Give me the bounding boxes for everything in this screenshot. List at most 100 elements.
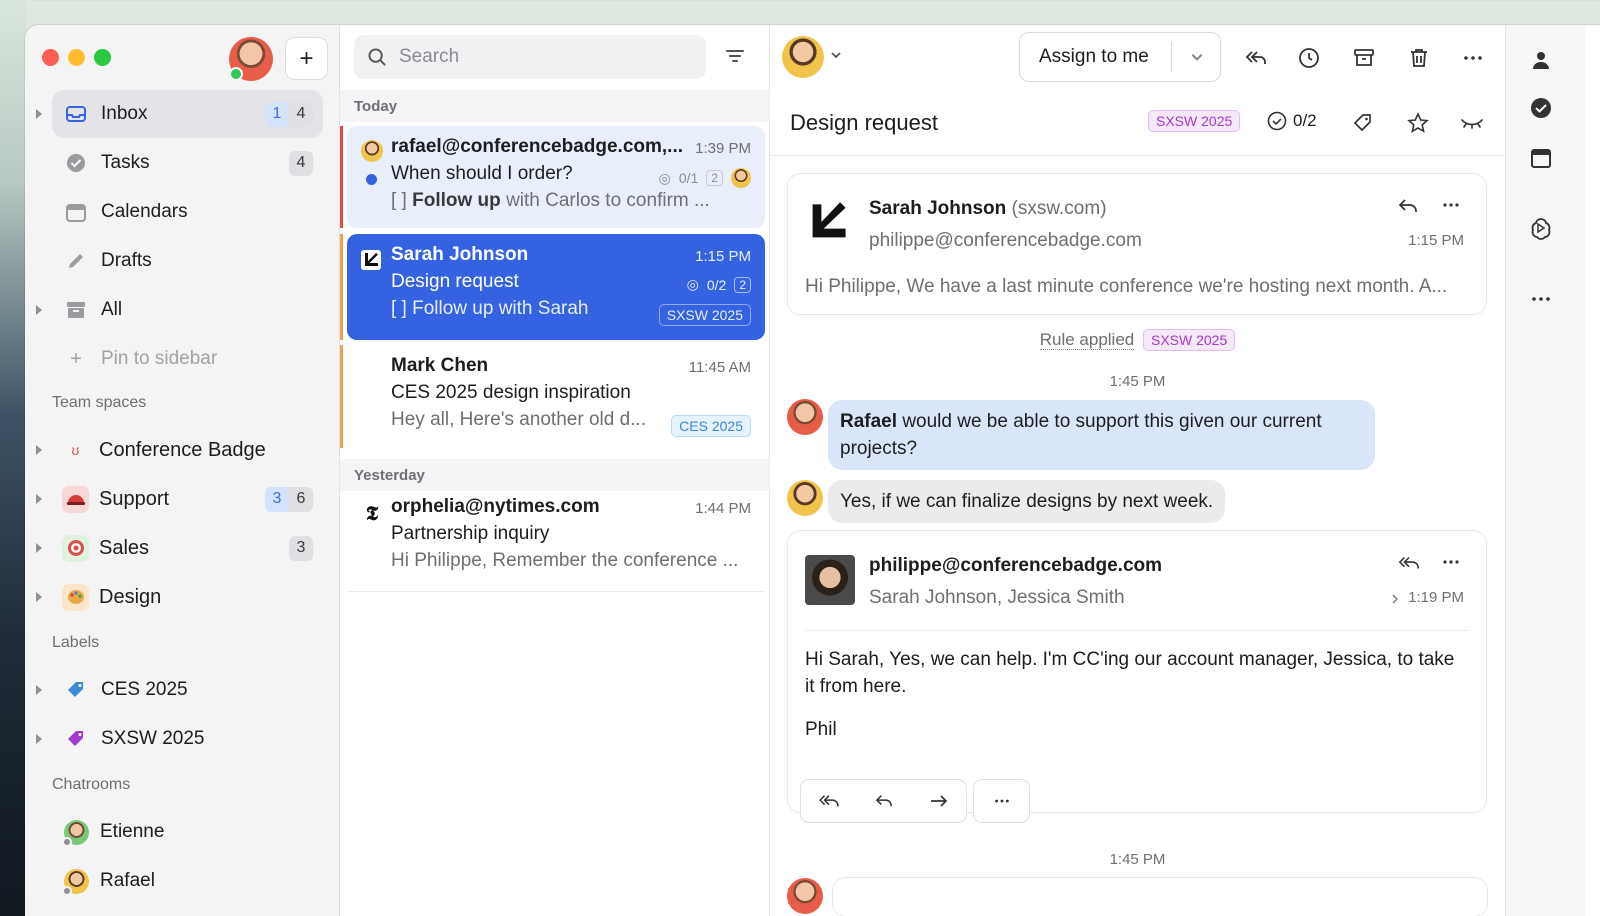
reply-all-icon[interactable] xyxy=(1398,554,1420,572)
sidebar-item-tasks[interactable]: Tasks 4 xyxy=(52,139,323,187)
tag-icon xyxy=(65,728,87,750)
message-to: philippe@conferencebadge.com xyxy=(869,230,1142,251)
sidebar-item-chat-rafael[interactable]: Rafael xyxy=(52,857,323,905)
app-window: + Inbox 1 4 Tasks 4 Calendars Drafts All… xyxy=(25,25,1600,916)
list-item-selected[interactable]: Sarah Johnson 1:15 PM Design request ◎ 0… xyxy=(340,234,765,340)
sidebar-item-conference-badge[interactable]: ʊ Conference Badge xyxy=(36,426,323,474)
expand-caret-icon[interactable] xyxy=(36,685,42,695)
forward-button[interactable] xyxy=(911,780,966,822)
archive-box-icon xyxy=(65,299,87,321)
sender-name: Sarah Johnson xyxy=(869,198,1007,219)
more-icon[interactable] xyxy=(1461,46,1485,70)
message-card[interactable]: Sarah Johnson (sxsw.com) philippe@confer… xyxy=(787,173,1487,315)
next-message-preview[interactable] xyxy=(832,877,1488,916)
list-item[interactable]: Mark Chen 11:45 AM CES 2025 design inspi… xyxy=(340,345,765,448)
priority-indicator xyxy=(340,345,343,448)
more-icon[interactable] xyxy=(1529,287,1553,311)
task-progress[interactable]: 0/2 xyxy=(1267,111,1317,131)
reply-actions xyxy=(800,779,967,823)
more-button[interactable] xyxy=(974,780,1029,822)
close-window-button[interactable] xyxy=(42,49,59,66)
chevron-down-icon[interactable] xyxy=(830,49,842,61)
expand-caret-icon[interactable] xyxy=(36,109,42,119)
sidebar-item-design[interactable]: Design xyxy=(36,573,323,621)
pin-to-sidebar-button[interactable]: + Pin to sidebar xyxy=(52,335,323,383)
message-body: Hi Sarah, Yes, we can help. I'm CC'ing o… xyxy=(805,649,1455,697)
sidebar-item-label: Sales xyxy=(99,536,150,559)
label-chip[interactable]: SXSW 2025 xyxy=(1148,110,1241,132)
mail-time: 11:45 AM xyxy=(688,359,751,376)
reply-icon[interactable] xyxy=(1398,197,1418,215)
sidebar-item-label: Rafael xyxy=(100,870,155,891)
offline-status-dot xyxy=(62,885,72,896)
person-icon[interactable] xyxy=(1529,48,1553,72)
message-time: 1:19 PM xyxy=(1408,589,1464,606)
user-avatar[interactable] xyxy=(229,37,273,81)
target-icon xyxy=(62,534,89,562)
calendar-icon[interactable] xyxy=(1529,146,1553,170)
sidebar-item-sales[interactable]: Sales 3 xyxy=(36,524,323,572)
assign-to-me-button[interactable]: Assign to me xyxy=(1019,32,1221,82)
more-icon[interactable] xyxy=(1442,200,1460,210)
avatar xyxy=(787,878,823,914)
reply-all-button[interactable] xyxy=(801,780,856,822)
mail-subject: CES 2025 design inspiration xyxy=(391,382,631,403)
snooze-clock-icon[interactable] xyxy=(1297,46,1321,70)
expand-caret-icon[interactable] xyxy=(36,305,42,315)
zoom-window-button[interactable] xyxy=(94,49,111,66)
list-item[interactable]: 𝕿 orphelia@nytimes.com 1:44 PM Partnersh… xyxy=(347,486,765,592)
more-icon[interactable] xyxy=(1442,557,1460,567)
sidebar-item-ces-2025[interactable]: CES 2025 xyxy=(36,666,323,714)
unread-count-badge: 3 xyxy=(265,486,289,512)
sidebar-item-inbox[interactable]: Inbox 1 4 xyxy=(36,90,323,138)
list-item[interactable]: rafael@conferencebadge.com,... 1:39 PM W… xyxy=(340,126,765,228)
sidebar-item-calendars[interactable]: Calendars xyxy=(52,188,323,236)
assignee-avatar[interactable] xyxy=(782,36,824,78)
total-count-badge: 6 xyxy=(289,486,313,512)
task-check-icon[interactable] xyxy=(1529,96,1553,120)
sidebar-item-label: Inbox xyxy=(101,103,148,124)
nytimes-logo-icon: 𝕿 xyxy=(365,501,379,525)
sidebar-item-chat-etienne[interactable]: Etienne xyxy=(52,808,323,856)
sidebar-item-sxsw-2025[interactable]: SXSW 2025 xyxy=(36,715,323,763)
thread-header: Design request SXSW 2025 0/2 xyxy=(770,90,1505,156)
archive-icon[interactable] xyxy=(1352,46,1376,70)
search-input[interactable] xyxy=(399,46,679,68)
assign-label: Assign to me xyxy=(1020,42,1172,72)
chevron-right-icon[interactable] xyxy=(1390,593,1400,605)
sidebar-item-drafts[interactable]: Drafts xyxy=(52,237,323,285)
sidebar-item-label: All xyxy=(101,299,123,320)
task-check-icon: ◎ xyxy=(658,169,671,186)
expand-caret-icon[interactable] xyxy=(36,445,42,455)
sidebar-item-label: Calendars xyxy=(101,201,188,222)
reply-all-icon[interactable] xyxy=(1244,46,1268,70)
label-chip[interactable]: SXSW 2025 xyxy=(658,304,751,326)
ai-assistant-icon[interactable] xyxy=(1529,216,1553,240)
expand-caret-icon[interactable] xyxy=(36,592,42,602)
star-icon[interactable] xyxy=(1407,112,1429,134)
label-tag-icon[interactable] xyxy=(1352,112,1374,134)
reply-button[interactable] xyxy=(856,780,911,822)
sender-name: philippe@conferencebadge.com xyxy=(869,555,1163,576)
rule-applied-label[interactable]: Rule applied xyxy=(1039,330,1135,350)
sidebar-item-support[interactable]: Support 3 6 xyxy=(36,475,323,523)
message-card[interactable]: philippe@conferencebadge.com Sarah Johns… xyxy=(787,530,1487,813)
preview-bold: Follow up xyxy=(412,190,501,211)
offline-status-dot xyxy=(62,836,72,847)
sidebar-item-all[interactable]: All xyxy=(36,286,323,334)
expand-caret-icon[interactable] xyxy=(36,734,42,744)
expand-caret-icon[interactable] xyxy=(36,494,42,504)
trash-icon[interactable] xyxy=(1407,46,1431,70)
pin-label: Pin to sidebar xyxy=(101,348,218,369)
filter-icon[interactable] xyxy=(724,45,746,67)
expand-caret-icon[interactable] xyxy=(36,543,42,553)
compose-button[interactable]: + xyxy=(285,37,328,80)
hide-eye-icon[interactable] xyxy=(1460,114,1484,132)
chevron-down-icon[interactable] xyxy=(1190,50,1204,64)
search-bar[interactable] xyxy=(354,35,706,79)
minimize-window-button[interactable] xyxy=(68,49,85,66)
message-list: Today rafael@conferencebadge.com,... 1:3… xyxy=(340,25,770,916)
rule-applied-notice: Rule applied SXSW 2025 xyxy=(770,329,1505,351)
label-chip[interactable]: SXSW 2025 xyxy=(1142,329,1236,351)
label-chip[interactable]: CES 2025 xyxy=(671,415,751,437)
